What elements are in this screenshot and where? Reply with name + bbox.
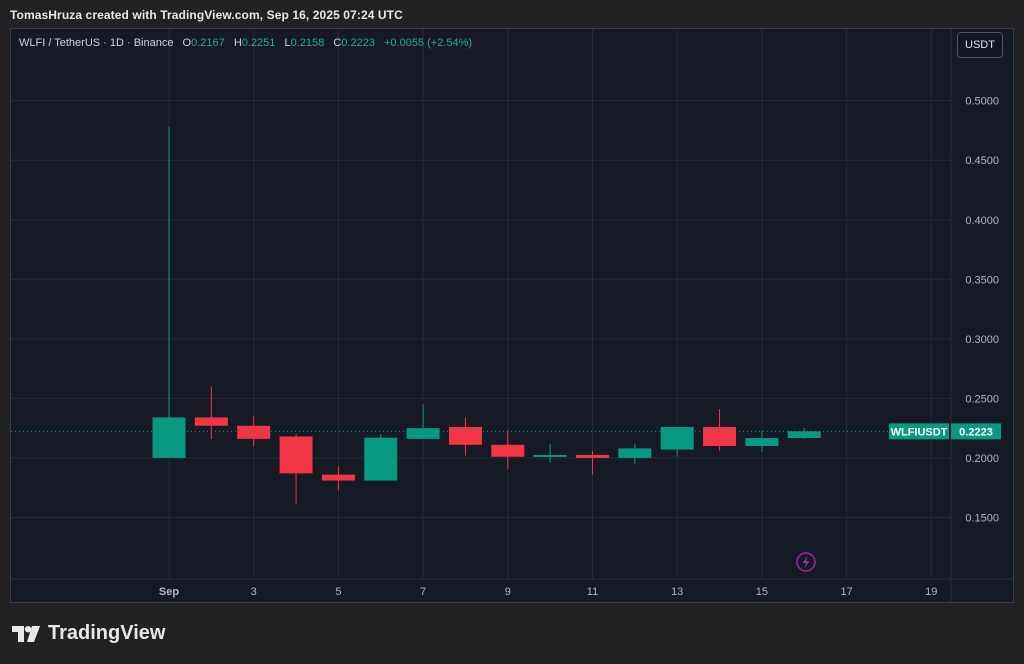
price-tick-label: 0.2000 [965, 453, 999, 465]
legend-open-label: O [182, 37, 192, 49]
symbol-legend: WLFI / TetherUS · 1D · Binance O0.2167 H… [19, 37, 478, 49]
time-tick-label: 5 [335, 586, 341, 598]
chart-panel[interactable]: 0.1500 0.2000 0.2500 0.3000 0.3500 0.4000 0.45… [10, 28, 1014, 603]
time-tick-label: 3 [251, 586, 257, 598]
tradingview-logo-icon [12, 625, 40, 642]
candle-body [364, 437, 398, 481]
time-tick-label: 11 [587, 586, 598, 598]
price-tick-label: 0.1500 [965, 512, 999, 524]
price-tick-label: 0.4000 [965, 215, 999, 227]
price-tick-label: 0.5000 [965, 96, 999, 108]
candle-body [533, 454, 567, 457]
time-tick-label: 7 [420, 586, 426, 598]
legend-symbol[interactable]: WLFI / TetherUS · 1D · Binance [19, 37, 173, 49]
candle-body [321, 474, 355, 481]
legend-open-value: 0.2167 [191, 37, 225, 49]
legend-high-label: H [233, 37, 242, 49]
legend-low-value: 0.2158 [290, 37, 325, 49]
time-tick-label: 9 [505, 586, 511, 598]
candle-body [152, 417, 186, 458]
price-tick-label: 0.3500 [965, 274, 999, 286]
plot-background [11, 29, 1013, 602]
candle-body [660, 426, 694, 450]
candlestick-chart[interactable]: 0.1500 0.2000 0.2500 0.3000 0.3500 0.4000 0.45… [11, 29, 1013, 602]
candle-body [787, 431, 821, 439]
legend-high-value: 0.2251 [241, 37, 276, 49]
candle-body [237, 425, 271, 439]
candle-body [448, 426, 482, 445]
time-tick-label: 13 [671, 586, 683, 598]
candle-body [491, 444, 525, 457]
tradingview-logo-text: TradingView [48, 622, 166, 644]
tradingview-logo[interactable]: TradingView [12, 622, 165, 645]
time-tick-label: 17 [840, 586, 852, 598]
candle-body [576, 454, 609, 458]
candle-body [703, 426, 737, 447]
legend-close-value: 0.2223 [341, 37, 375, 49]
time-tick-label: Sep [159, 586, 179, 598]
symbol-label: WLFIUSDT [891, 426, 948, 438]
candle-body [745, 438, 779, 447]
price-tick-label: 0.4500 [965, 155, 999, 167]
time-tick-label: 19 [925, 586, 937, 598]
chart-attribution: TomasHruza created with TradingView.com,… [10, 8, 403, 22]
time-tick-label: 15 [756, 586, 768, 598]
last-price-label: 0.2223 [959, 426, 993, 438]
currency-button[interactable]: USDT [957, 32, 1003, 58]
candle-body [279, 436, 313, 474]
legend-change: +0.0055 (+2.54%) [384, 37, 473, 49]
candle-body [406, 428, 440, 439]
price-tick-label: 0.3000 [965, 334, 999, 346]
price-tick-label: 0.2500 [965, 393, 999, 405]
legend-low-label: L [284, 37, 291, 49]
candle-body [618, 448, 652, 458]
candle-body [194, 417, 228, 426]
